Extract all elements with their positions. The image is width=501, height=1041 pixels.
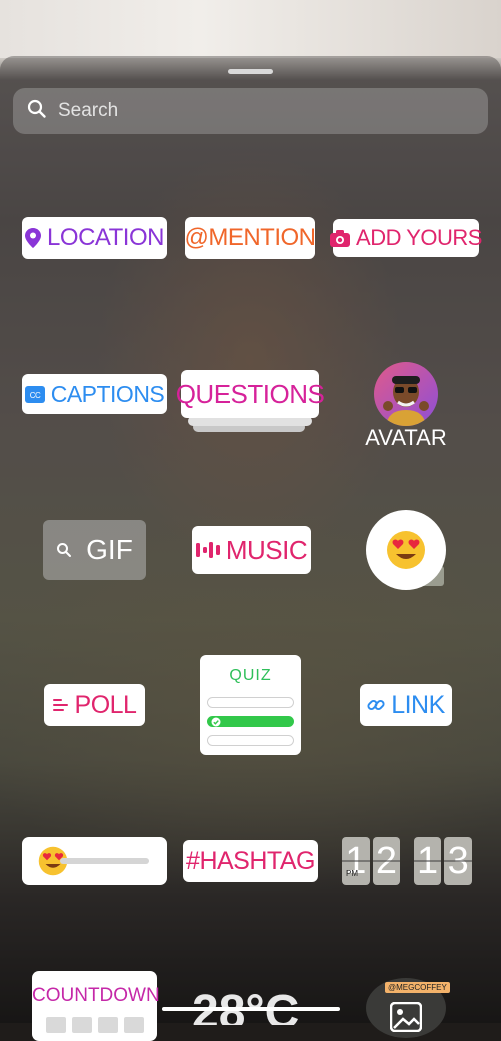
poll-lines-icon <box>52 697 69 713</box>
clock-digit: 2 <box>372 837 401 885</box>
captions-sticker[interactable]: CC CAPTIONS <box>22 374 167 414</box>
quiz-option <box>207 735 294 746</box>
questions-card: QUESTIONS <box>176 370 325 418</box>
poll-sticker[interactable]: POLL <box>44 684 145 726</box>
emoji-reaction-sticker[interactable] <box>366 510 446 590</box>
quiz-label: QUIZ <box>229 667 272 684</box>
music-sticker[interactable]: MUSIC <box>192 526 311 574</box>
questions-label: QUESTIONS <box>175 378 325 409</box>
slider-track <box>60 858 149 864</box>
temperature-strike <box>162 1007 340 1011</box>
clock-digit: 1 <box>413 837 442 885</box>
link-label: LINK <box>391 690 445 719</box>
countdown-sticker[interactable]: COUNTDOWN <box>32 971 160 1041</box>
temperature-sticker[interactable]: 28°C <box>162 985 340 1025</box>
link-icon <box>367 696 385 714</box>
photo-tag-label: @MEGCOFFEY <box>385 982 450 993</box>
captions-icon: CC <box>24 385 45 403</box>
svg-text:CC: CC <box>29 391 40 400</box>
location-sticker[interactable]: LOCATION <box>22 217 167 259</box>
heart-eyes-emoji-icon <box>387 531 425 569</box>
quiz-sticker[interactable]: QUIZ <box>200 655 301 755</box>
search-icon <box>27 99 47 123</box>
avatar-sticker[interactable] <box>374 362 438 426</box>
clock-ampm: PM <box>346 869 358 878</box>
gif-sticker[interactable]: GIF <box>43 520 146 580</box>
location-label: LOCATION <box>47 224 164 251</box>
hashtag-sticker[interactable]: #HASHTAG <box>183 840 318 882</box>
hashtag-label: #HASHTAG <box>186 846 315 875</box>
add-yours-sticker[interactable]: ADD YOURS <box>330 219 482 257</box>
captions-label: CAPTIONS <box>50 380 165 407</box>
link-sticker[interactable]: LINK <box>360 684 452 726</box>
search-bar[interactable] <box>13 88 488 134</box>
sheet-drag-handle[interactable] <box>228 69 273 74</box>
temperature-label: 28°C <box>192 986 300 1025</box>
location-pin-icon <box>25 228 42 248</box>
time-sticker[interactable]: 1 2 1 3 <box>342 837 472 885</box>
avatar-label: AVATAR <box>365 425 447 450</box>
mention-label: @MENTION <box>184 224 316 251</box>
poll-label: POLL <box>74 690 137 719</box>
questions-sticker[interactable]: QUESTIONS <box>176 370 325 434</box>
gif-search-icon <box>56 542 72 558</box>
photo-icon <box>390 1002 422 1032</box>
add-yours-label: ADD YOURS <box>356 225 482 250</box>
clock-digit: 3 <box>444 837 472 885</box>
search-input[interactable] <box>56 99 460 123</box>
music-bars-icon <box>195 540 220 560</box>
check-icon <box>211 717 221 727</box>
mention-sticker[interactable]: @MENTION <box>184 217 316 259</box>
quiz-option-selected <box>207 716 294 727</box>
quiz-option <box>207 697 294 708</box>
emoji-slider-sticker[interactable] <box>22 837 167 885</box>
countdown-label: COUNTDOWN <box>32 985 160 1006</box>
camera-icon <box>330 229 351 247</box>
avatar-icon <box>383 376 429 426</box>
top-strip <box>0 0 501 58</box>
countdown-boxes <box>46 1017 144 1033</box>
music-label: MUSIC <box>225 534 308 565</box>
gif-label: GIF <box>86 534 133 565</box>
